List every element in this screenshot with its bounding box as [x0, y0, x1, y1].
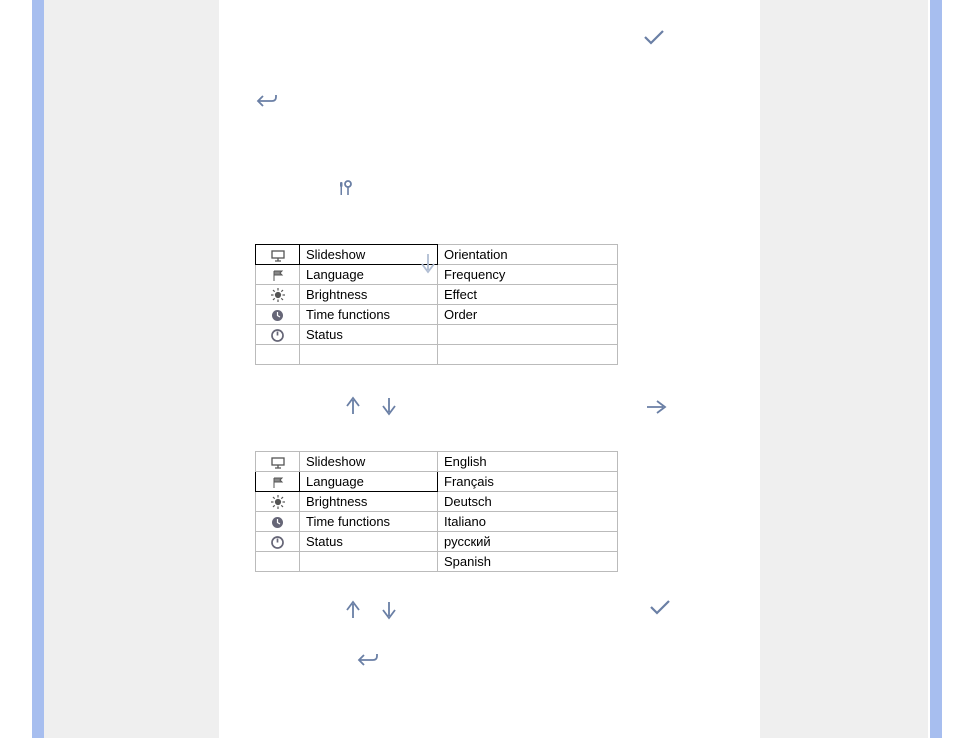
brightness-icon: [256, 492, 300, 512]
table-row[interactable]: [256, 345, 618, 365]
nav-arrows-1: [345, 396, 397, 416]
nav-arrows-2: [345, 600, 397, 620]
menu-table-language: Slideshow English Language Français Brig…: [255, 451, 618, 572]
table-row[interactable]: Brightness Deutsch: [256, 492, 618, 512]
menu-left-label: [300, 552, 438, 572]
table-row[interactable]: Status: [256, 325, 618, 345]
right-arrow-icon[interactable]: [645, 398, 667, 416]
menu-left-label: Slideshow: [300, 245, 438, 265]
menu-left-label: Time functions: [300, 512, 438, 532]
menu-left-label: [300, 345, 438, 365]
table-row[interactable]: Time functions Order: [256, 305, 618, 325]
content-area: Slideshow Orientation Language Frequency…: [219, 0, 760, 738]
table-row[interactable]: Status русский: [256, 532, 618, 552]
menu-left-label: Slideshow: [300, 452, 438, 472]
menu-left-label: Brightness: [300, 492, 438, 512]
menu-left-label: Status: [300, 325, 438, 345]
right-side-bar: [930, 0, 942, 738]
empty-icon: [256, 345, 300, 365]
back-icon: [357, 652, 379, 668]
menu-right-label: [438, 345, 618, 365]
table-row[interactable]: Time functions Italiano: [256, 512, 618, 532]
menu-right-label: Orientation: [438, 245, 618, 265]
right-gray-panel: [760, 0, 928, 738]
slideshow-icon: [256, 245, 300, 265]
menu-left-label: Brightness: [300, 285, 438, 305]
slideshow-icon: [256, 452, 300, 472]
empty-icon: [256, 552, 300, 572]
menu-right-label: English: [438, 452, 618, 472]
flag-icon: [256, 265, 300, 285]
menu-right-label: Frequency: [438, 265, 618, 285]
clock-icon: [256, 305, 300, 325]
status-icon: [256, 325, 300, 345]
check-icon: [643, 28, 665, 46]
menu-right-label: Deutsch: [438, 492, 618, 512]
flag-icon: [256, 472, 300, 492]
menu-left-label: Time functions: [300, 305, 438, 325]
table-row[interactable]: Slideshow English: [256, 452, 618, 472]
menu-right-label: Italiano: [438, 512, 618, 532]
menu-right-label: [438, 325, 618, 345]
up-arrow-icon[interactable]: [345, 600, 361, 620]
table-row[interactable]: Brightness Effect: [256, 285, 618, 305]
arrow-down-overlay-icon: [419, 252, 437, 276]
down-arrow-icon[interactable]: [381, 396, 397, 416]
menu-right-label: Order: [438, 305, 618, 325]
table-row[interactable]: Language Français: [256, 472, 618, 492]
menu-right-label: русский: [438, 532, 618, 552]
brightness-icon: [256, 285, 300, 305]
status-icon: [256, 532, 300, 552]
table-row[interactable]: Spanish: [256, 552, 618, 572]
clock-icon: [256, 512, 300, 532]
down-arrow-icon[interactable]: [381, 600, 397, 620]
menu-right-label: Spanish: [438, 552, 618, 572]
check-icon: [649, 598, 671, 616]
menu-right-label: Effect: [438, 285, 618, 305]
left-side-bar: [32, 0, 44, 738]
up-arrow-icon[interactable]: [345, 396, 361, 416]
tools-icon: [337, 180, 353, 198]
menu-left-label: Status: [300, 532, 438, 552]
back-icon: [256, 93, 278, 109]
left-gray-panel: [44, 0, 219, 738]
menu-left-label: Language: [300, 472, 438, 492]
menu-right-label: Français: [438, 472, 618, 492]
menu-left-label: Language: [300, 265, 438, 285]
